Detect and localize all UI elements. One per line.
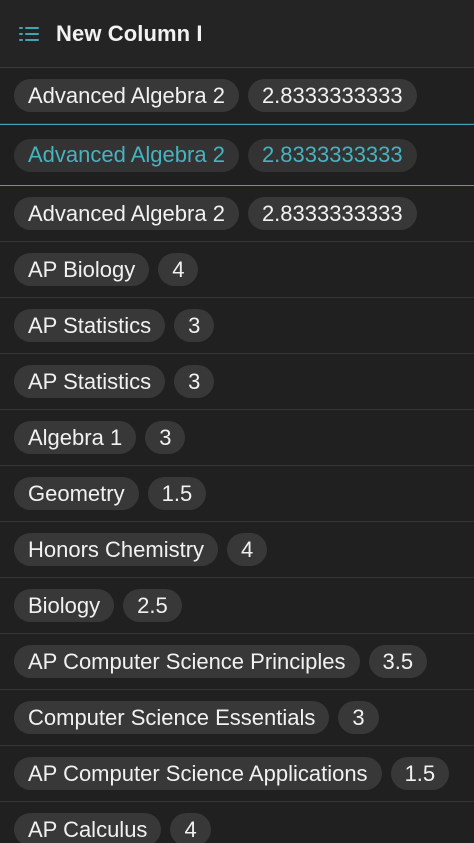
value-tag[interactable]: 1.5 [390, 757, 450, 790]
table-row[interactable]: AP Statistics 3 [0, 298, 474, 354]
table-row[interactable]: AP Statistics 3 [0, 354, 474, 410]
data-list: Advanced Algebra 2 2.8333333333 Advanced… [0, 68, 474, 843]
value-tag[interactable]: 1.5 [147, 477, 207, 510]
value-tag[interactable]: 4 [170, 813, 211, 843]
course-tag[interactable]: Algebra 1 [14, 421, 137, 454]
course-tag[interactable]: AP Statistics [14, 309, 166, 342]
table-row[interactable]: AP Biology 4 [0, 242, 474, 298]
column-title: New Column I [56, 20, 203, 46]
table-row[interactable]: Biology 2.5 [0, 578, 474, 634]
table-row[interactable]: AP Calculus 4 [0, 802, 474, 843]
value-tag[interactable]: 2.8333333333 [247, 197, 417, 230]
selected-table-row[interactable]: Advanced Algebra 2 2.8333333333 [0, 124, 474, 186]
course-tag[interactable]: Honors Chemistry [14, 533, 219, 566]
course-tag[interactable]: AP Statistics [14, 365, 166, 398]
table-row[interactable]: Algebra 1 3 [0, 410, 474, 466]
list-icon [18, 23, 40, 45]
value-tag[interactable]: 3 [145, 421, 186, 454]
course-tag[interactable]: Computer Science Essentials [14, 701, 330, 734]
value-tag[interactable]: 4 [227, 533, 268, 566]
value-tag[interactable]: 2.8333333333 [247, 138, 417, 172]
value-tag[interactable]: 3.5 [368, 645, 428, 678]
course-tag[interactable]: AP Biology [14, 253, 150, 286]
course-tag[interactable]: Geometry [14, 477, 139, 510]
table-row[interactable]: Advanced Algebra 2 2.8333333333 [0, 68, 474, 124]
table-row[interactable]: Geometry 1.5 [0, 466, 474, 522]
course-tag[interactable]: Advanced Algebra 2 [14, 79, 239, 112]
value-tag[interactable]: 3 [174, 309, 215, 342]
course-tag[interactable]: AP Computer Science Principles [14, 645, 360, 678]
value-tag[interactable]: 2.8333333333 [247, 79, 417, 112]
column-header[interactable]: New Column I [0, 0, 474, 68]
table-row[interactable]: AP Computer Science Principles 3.5 [0, 634, 474, 690]
table-row[interactable]: Honors Chemistry 4 [0, 522, 474, 578]
value-tag[interactable]: 4 [158, 253, 199, 286]
table-row[interactable]: Computer Science Essentials 3 [0, 690, 474, 746]
value-tag[interactable]: 3 [338, 701, 379, 734]
value-tag[interactable]: 3 [174, 365, 215, 398]
course-tag[interactable]: Advanced Algebra 2 [14, 138, 239, 172]
app-root: New Column I Advanced Algebra 2 2.833333… [0, 0, 474, 843]
table-row[interactable]: Advanced Algebra 2 2.8333333333 [0, 186, 474, 242]
course-tag[interactable]: AP Computer Science Applications [14, 757, 382, 790]
course-tag[interactable]: Advanced Algebra 2 [14, 197, 239, 230]
table-row[interactable]: AP Computer Science Applications 1.5 [0, 746, 474, 802]
course-tag[interactable]: Biology [14, 589, 115, 622]
value-tag[interactable]: 2.5 [123, 589, 182, 622]
course-tag[interactable]: AP Calculus [14, 813, 162, 843]
